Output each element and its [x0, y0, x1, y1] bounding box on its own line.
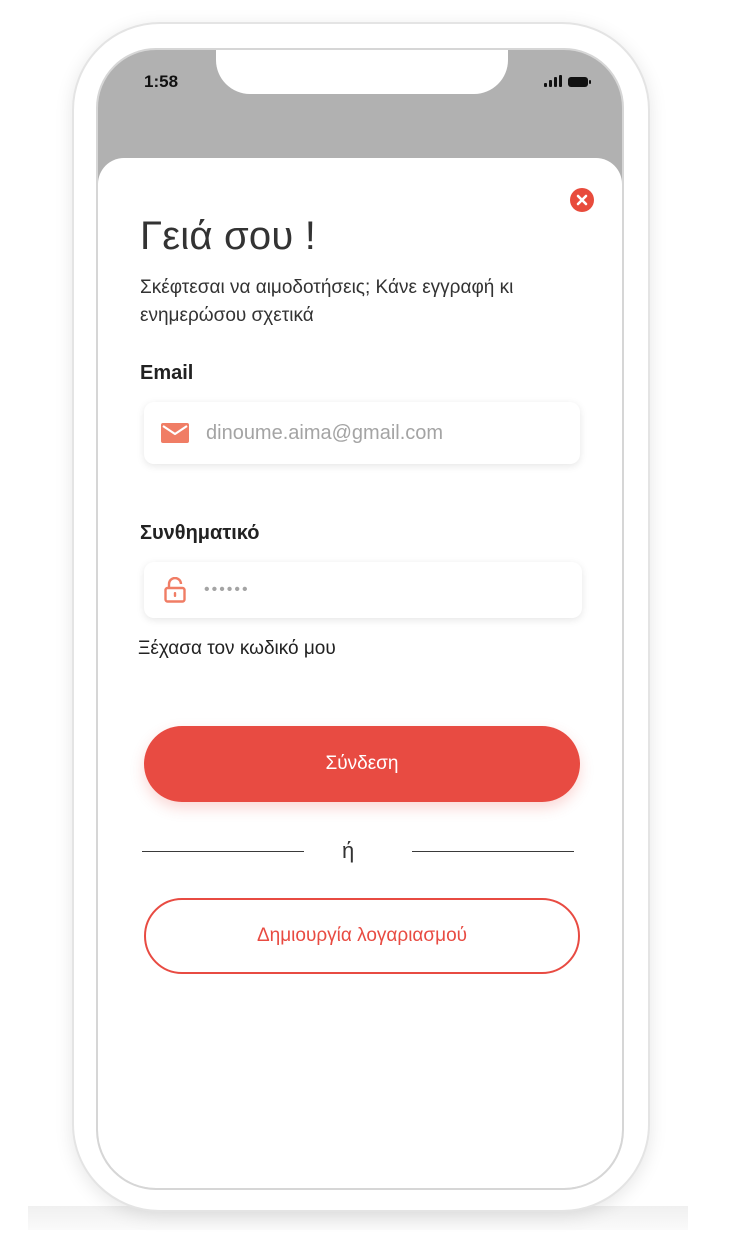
- divider-or-text: ή: [342, 838, 355, 863]
- close-circle-icon: [576, 194, 588, 206]
- forgot-password-link[interactable]: Ξέχασα τον κωδικό μου: [138, 638, 336, 660]
- divider-line-left: [142, 851, 304, 852]
- status-icons: [544, 75, 591, 87]
- page-title: Γειά σου !: [140, 214, 317, 258]
- mail-icon: [160, 421, 190, 445]
- notch: [216, 50, 508, 94]
- divider-line-right: [412, 851, 574, 852]
- close-button[interactable]: [570, 188, 594, 212]
- password-field[interactable]: ••••••: [144, 562, 582, 618]
- password-label: Συνθηματικό: [140, 522, 260, 544]
- subtitle: Σκέφτεσαι να αιμοδοτήσεις; Κάνε εγγραφή …: [140, 277, 514, 326]
- battery-icon: [568, 77, 591, 87]
- email-input[interactable]: [204, 420, 568, 446]
- status-time: 1:58: [144, 72, 179, 91]
- create-account-button[interactable]: Δημιουργία λογαριασμού: [144, 898, 580, 974]
- device-mockup: 1:58 Γειά σου ! Σκέφτεσαι να αιμοδοτήσει…: [0, 0, 734, 1244]
- phone-screen: 1:58 Γειά σου ! Σκέφτεσαι να αιμοδοτήσει…: [96, 48, 624, 1190]
- login-sheet: Γειά σου ! Σκέφτεσαι να αιμοδοτήσεις; Κά…: [98, 158, 622, 1188]
- lock-icon: [160, 577, 190, 603]
- login-button[interactable]: Σύνδεση: [144, 726, 580, 802]
- email-label: Email: [140, 362, 194, 384]
- email-field[interactable]: [144, 402, 580, 464]
- cellular-signal-icon: [544, 75, 562, 87]
- password-input[interactable]: ••••••: [204, 581, 564, 599]
